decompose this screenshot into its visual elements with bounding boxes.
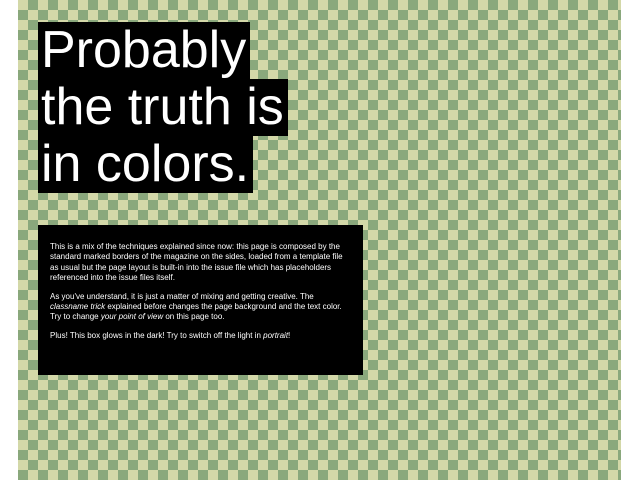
left-border (0, 0, 18, 480)
paragraph-glow-text-b: ! (288, 330, 291, 340)
emphasis-point-of-view: your point of view (100, 312, 164, 322)
headline-line-3: in colors. (38, 136, 254, 193)
paragraph-mixing-text-c: on this page too. (163, 312, 225, 322)
paragraph-mixing: As you've understand, it is just a matte… (50, 292, 353, 323)
emphasis-classname-trick: classname trick (50, 302, 106, 312)
paragraph-mixing-text-a: As you've understand, it is just a matte… (50, 291, 314, 301)
headline: Probably the truth is in colors. (38, 22, 288, 193)
headline-line-2: the truth is (38, 79, 288, 136)
paragraph-glow: Plus! This box glows in the dark! Try to… (50, 331, 353, 341)
paragraph-glow-text-a: Plus! This box glows in the dark! Try to… (50, 330, 264, 340)
emphasis-portrait: portrait (263, 330, 289, 340)
paragraph-intro: This is a mix of the techniques explaine… (50, 242, 343, 283)
glow-text-box: This is a mix of the techniques explaine… (38, 225, 363, 375)
right-border (621, 0, 640, 480)
headline-line-1: Probably (38, 22, 251, 79)
